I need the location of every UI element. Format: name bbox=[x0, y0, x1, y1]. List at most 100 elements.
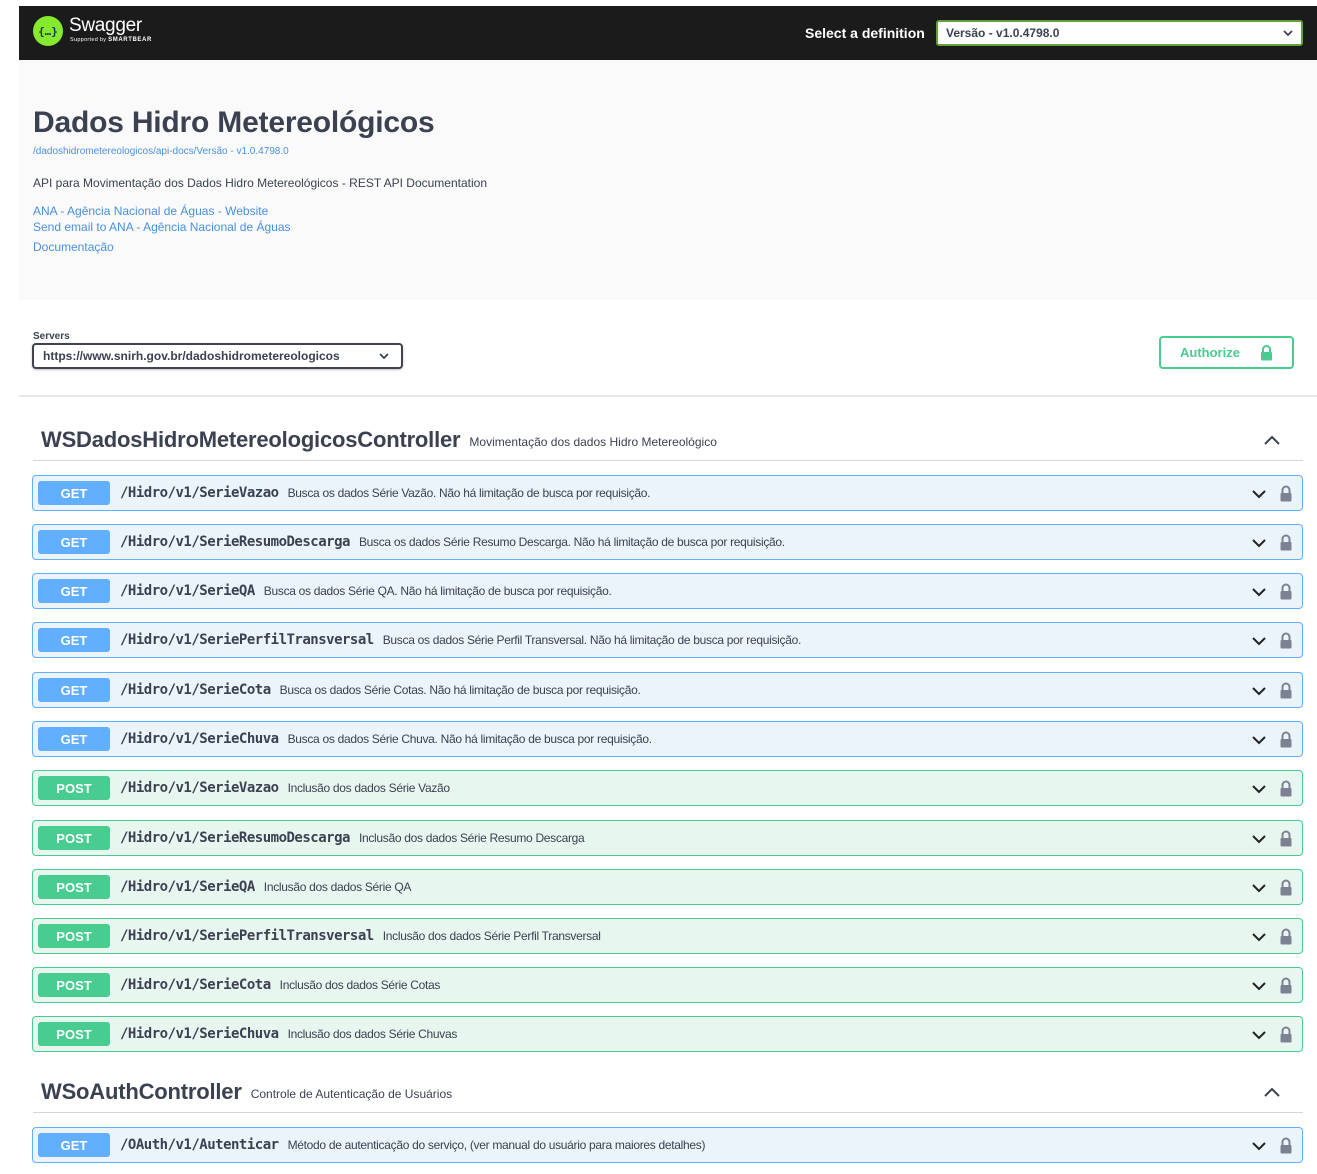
tag-header-wsdadoshidro[interactable]: WSDadosHidroMetereologicosController Mov… bbox=[33, 419, 1303, 461]
operation-get-serievazao[interactable]: GET /Hidro/v1/SerieVazao Busca os dados … bbox=[32, 475, 1303, 511]
operation-path: /Hidro/v1/SerieResumoDescarga bbox=[120, 830, 350, 846]
base-url-link[interactable]: /dadoshidrometereologicos/api-docs/Versã… bbox=[33, 146, 289, 157]
tag-description: Movimentação dos dados Hidro Metereológi… bbox=[469, 434, 717, 449]
chevron-down-icon[interactable] bbox=[1251, 584, 1267, 600]
chevron-down-icon[interactable] bbox=[1251, 486, 1267, 502]
method-badge: GET bbox=[38, 579, 110, 603]
swagger-logo-icon: {…} bbox=[33, 16, 63, 46]
operation-get-seriecota[interactable]: GET /Hidro/v1/SerieCota Busca os dados S… bbox=[32, 672, 1303, 708]
method-badge: POST bbox=[38, 826, 110, 850]
lock-icon[interactable] bbox=[1279, 830, 1293, 847]
website-link[interactable]: ANA - Agência Nacional de Águas - Websit… bbox=[33, 204, 268, 218]
method-badge: GET bbox=[38, 1133, 110, 1157]
lock-icon[interactable] bbox=[1279, 879, 1293, 896]
tag-name: WSDadosHidroMetereologicosController bbox=[41, 426, 461, 452]
operation-summary: Inclusão dos dados Série Cotas bbox=[279, 978, 441, 992]
chevron-down-icon[interactable] bbox=[1251, 1027, 1267, 1043]
chevron-down-icon[interactable] bbox=[1251, 831, 1267, 847]
swagger-logo[interactable]: {…} Swagger Supported by SMARTBEAR bbox=[33, 16, 152, 50]
operation-post-serieperfiltransversal[interactable]: POST /Hidro/v1/SeriePerfilTransversal In… bbox=[32, 918, 1303, 954]
method-badge: GET bbox=[38, 678, 110, 702]
operation-post-serieqa[interactable]: POST /Hidro/v1/SerieQA Inclusão dos dado… bbox=[32, 869, 1303, 905]
chevron-down-icon[interactable] bbox=[1251, 732, 1267, 748]
chevron-down-icon[interactable] bbox=[1251, 1138, 1267, 1154]
lock-icon[interactable] bbox=[1279, 731, 1293, 748]
chevron-down-icon[interactable] bbox=[1251, 929, 1267, 945]
chevron-down-icon[interactable] bbox=[1251, 880, 1267, 896]
operation-summary: Inclusão dos dados Série Perfil Transver… bbox=[382, 929, 601, 943]
operation-summary: Busca os dados Série Vazão. Não há limit… bbox=[287, 486, 651, 500]
tag-name: WSoAuthController bbox=[41, 1078, 242, 1104]
method-badge: POST bbox=[38, 973, 110, 997]
tag-header-wsoauth[interactable]: WSoAuthController Controle de Autenticaç… bbox=[33, 1071, 1303, 1113]
operation-post-serievazao[interactable]: POST /Hidro/v1/SerieVazao Inclusão dos d… bbox=[32, 770, 1303, 806]
authorize-label: Authorize bbox=[1180, 345, 1240, 360]
operation-get-serieresumodescarga[interactable]: GET /Hidro/v1/SerieResumoDescarga Busca … bbox=[32, 524, 1303, 560]
logo-name: Swagger bbox=[69, 15, 142, 36]
operation-path: /Hidro/v1/SerieChuva bbox=[120, 1026, 279, 1042]
lock-icon[interactable] bbox=[1279, 1137, 1293, 1154]
servers-select-value: https://www.snirh.gov.br/dadoshidrometer… bbox=[43, 349, 340, 363]
operation-path: /Hidro/v1/SerieVazao bbox=[120, 485, 279, 501]
operation-path: /Hidro/v1/SerieVazao bbox=[120, 780, 279, 796]
chevron-down-icon bbox=[379, 352, 389, 359]
chevron-up-icon[interactable] bbox=[1263, 431, 1281, 449]
operation-summary: Inclusão dos dados Série Chuvas bbox=[287, 1027, 458, 1041]
lock-icon[interactable] bbox=[1279, 1026, 1293, 1043]
lock-icon[interactable] bbox=[1279, 682, 1293, 699]
operation-summary: Busca os dados Série Chuva. Não há limit… bbox=[287, 732, 652, 746]
operation-path: /Hidro/v1/SerieCota bbox=[120, 977, 271, 993]
documentation-link[interactable]: Documentação bbox=[33, 240, 114, 254]
method-badge: GET bbox=[38, 628, 110, 652]
operation-path: /Hidro/v1/SeriePerfilTransversal bbox=[120, 928, 374, 944]
lock-icon[interactable] bbox=[1279, 583, 1293, 600]
method-badge: POST bbox=[38, 1022, 110, 1046]
chevron-down-icon[interactable] bbox=[1251, 633, 1267, 649]
operation-post-seriecota[interactable]: POST /Hidro/v1/SerieCota Inclusão dos da… bbox=[32, 967, 1303, 1003]
chevron-down-icon[interactable] bbox=[1251, 978, 1267, 994]
operation-summary: Busca os dados Série Perfil Transversal.… bbox=[382, 633, 802, 647]
servers-select[interactable]: https://www.snirh.gov.br/dadoshidrometer… bbox=[32, 343, 403, 369]
operation-path: /Hidro/v1/SerieQA bbox=[120, 583, 255, 599]
method-badge: POST bbox=[38, 776, 110, 800]
operation-get-autenticar[interactable]: GET /OAuth/v1/Autenticar Método de auten… bbox=[32, 1127, 1303, 1163]
operation-post-serieresumodescarga[interactable]: POST /Hidro/v1/SerieResumoDescarga Inclu… bbox=[32, 820, 1303, 856]
lock-icon[interactable] bbox=[1279, 632, 1293, 649]
operation-summary: Inclusão dos dados Série Resumo Descarga bbox=[358, 831, 585, 845]
lock-icon[interactable] bbox=[1279, 928, 1293, 945]
operation-get-serieperfiltransversal[interactable]: GET /Hidro/v1/SeriePerfilTransversal Bus… bbox=[32, 622, 1303, 658]
definition-select-value: Versão - v1.0.4798.0 bbox=[946, 26, 1060, 40]
lock-icon[interactable] bbox=[1279, 534, 1293, 551]
authorize-button[interactable]: Authorize bbox=[1159, 336, 1294, 369]
chevron-up-icon[interactable] bbox=[1263, 1083, 1281, 1101]
operation-path: /Hidro/v1/SerieCota bbox=[120, 682, 271, 698]
lock-icon[interactable] bbox=[1279, 977, 1293, 994]
lock-icon[interactable] bbox=[1279, 780, 1293, 797]
page-title: Dados Hidro Metereológicos bbox=[33, 106, 435, 139]
chevron-down-icon[interactable] bbox=[1251, 535, 1267, 551]
tag-description: Controle de Autenticação de Usuários bbox=[250, 1086, 453, 1101]
operation-path: /OAuth/v1/Autenticar bbox=[120, 1137, 279, 1153]
lock-icon[interactable] bbox=[1279, 485, 1293, 502]
servers-label: Servers bbox=[33, 331, 70, 342]
divider bbox=[19, 395, 1317, 397]
method-badge: GET bbox=[38, 530, 110, 554]
operation-path: /Hidro/v1/SerieQA bbox=[120, 879, 255, 895]
operation-path: /Hidro/v1/SerieResumoDescarga bbox=[120, 534, 350, 550]
method-badge: POST bbox=[38, 875, 110, 899]
operation-summary: Método de autenticação do serviço, (ver … bbox=[287, 1138, 706, 1152]
operation-get-serieqa[interactable]: GET /Hidro/v1/SerieQA Busca os dados Sér… bbox=[32, 573, 1303, 609]
operation-get-seriechuva[interactable]: GET /Hidro/v1/SerieChuva Busca os dados … bbox=[32, 721, 1303, 757]
api-info: Dados Hidro Metereológicos /dadoshidrome… bbox=[19, 60, 1317, 300]
definition-label: Select a definition bbox=[805, 25, 925, 41]
email-link[interactable]: Send email to ANA - Agência Nacional de … bbox=[33, 220, 291, 234]
api-description: API para Movimentação dos Dados Hidro Me… bbox=[33, 176, 487, 190]
logo-subtitle: Supported by SMARTBEAR bbox=[70, 37, 152, 43]
chevron-down-icon[interactable] bbox=[1251, 781, 1267, 797]
definition-select[interactable]: Versão - v1.0.4798.0 bbox=[936, 20, 1303, 46]
chevron-down-icon bbox=[1283, 29, 1293, 36]
chevron-down-icon[interactable] bbox=[1251, 683, 1267, 699]
operation-post-seriechuva[interactable]: POST /Hidro/v1/SerieChuva Inclusão dos d… bbox=[32, 1016, 1303, 1052]
operation-summary: Busca os dados Série QA. Não há limitaçã… bbox=[263, 584, 612, 598]
method-badge: GET bbox=[38, 481, 110, 505]
